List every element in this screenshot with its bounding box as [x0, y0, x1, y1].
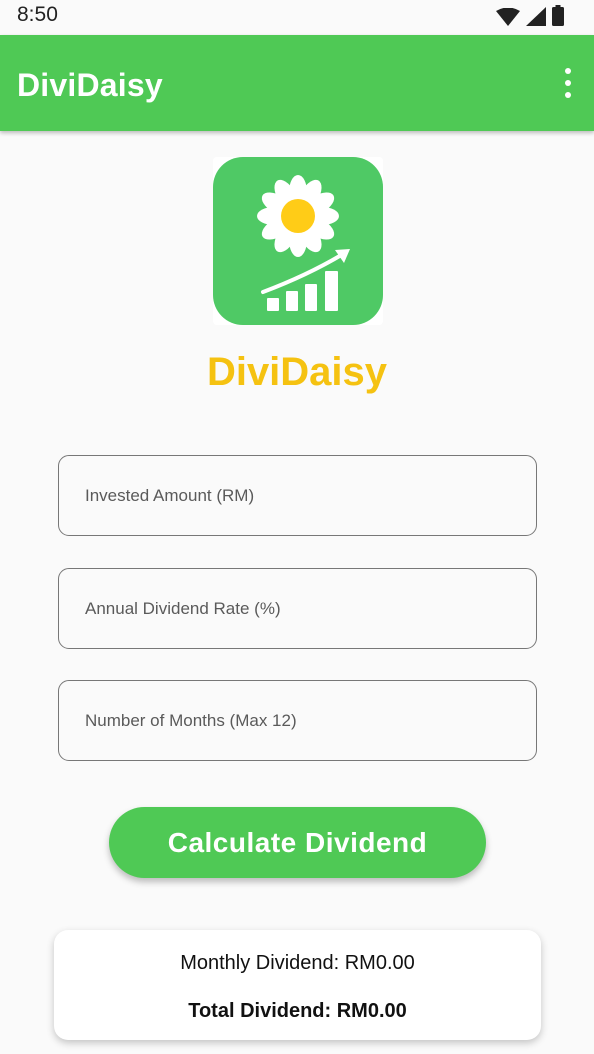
app-logo [213, 157, 383, 325]
months-input[interactable] [85, 707, 505, 735]
dividend-rate-field[interactable] [58, 568, 537, 649]
status-time: 8:50 [17, 3, 58, 26]
menu-dot [565, 68, 571, 74]
monthly-dividend-text: Monthly Dividend: RM0.00 [180, 952, 415, 974]
menu-dot [565, 80, 571, 86]
logo-background [213, 157, 383, 325]
cell-signal-icon [526, 7, 546, 26]
brand-name: DiviDaisy [206, 350, 388, 394]
status-bar: 8:50 [0, 0, 594, 35]
wifi-icon [496, 8, 520, 26]
more-vert-icon[interactable] [556, 65, 580, 101]
battery-icon [552, 5, 564, 26]
dividend-rate-input[interactable] [85, 595, 505, 623]
invested-amount-input[interactable] [85, 482, 505, 510]
months-field[interactable] [58, 680, 537, 761]
calculate-dividend-button[interactable]: Calculate Dividend [109, 807, 486, 878]
menu-dot [565, 92, 571, 98]
daisy-center [281, 199, 315, 233]
invested-amount-field[interactable] [58, 455, 537, 536]
total-dividend-text: Total Dividend: RM0.00 [188, 1000, 407, 1022]
app-bar: DiviDaisy [0, 35, 594, 131]
app-bar-title: DiviDaisy [17, 67, 163, 103]
status-icons [496, 5, 564, 26]
results-card: Monthly Dividend: RM0.00 Total Dividend:… [54, 930, 541, 1040]
daisy-growth-logo-icon [257, 175, 350, 311]
